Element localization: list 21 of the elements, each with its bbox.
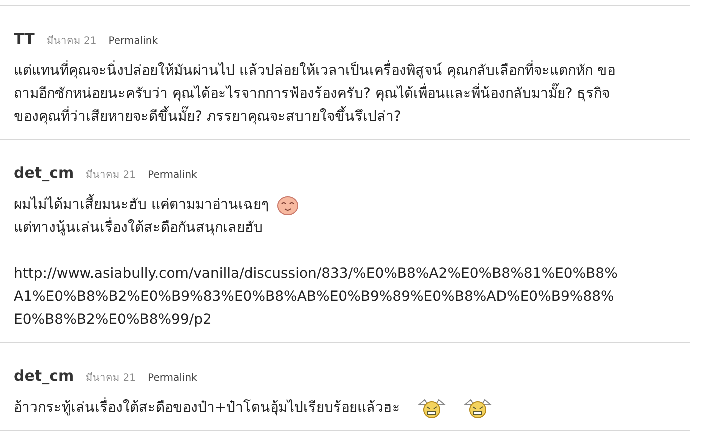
- permalink[interactable]: Permalink: [148, 371, 198, 386]
- comment-text: ถามอีกซักหน่อยนะครับว่า คุณได้อะไรจากการฟ้องร้องครับ? คุณได้เพื่อนและพี่น้องกลับมามั๊ย? ธุรกิจ: [14, 83, 610, 106]
- comment-text: http://www.asiabully.com/vanilla/discussion/833/%E0%B8%A2%E0%B8%81%E0%B8%: [14, 265, 618, 284]
- comment-author[interactable]: det_cm: [14, 365, 74, 388]
- comment-author[interactable]: det_cm: [14, 162, 74, 184]
- comment-date: มีนาคม 21: [86, 168, 136, 183]
- permalink[interactable]: Permalink: [108, 34, 158, 49]
- angry-face-icon: [462, 398, 493, 418]
- comment-date: มีนาคม 21: [86, 372, 136, 386]
- comment-text: E0%B8%B2%E0%B8%99/p2: [14, 311, 212, 330]
- comment-text: ของคุณที่ว่าเสียหายจะดีขึ้นมั๊ย? ภรรยาคุณจะสบายใจขึ้นรึเปล่า?: [14, 106, 402, 129]
- blushing-face-icon: [277, 196, 300, 216]
- comment-text: อ้าวกระทู้เล่นเรื่องใต้สะดือของป๋า+ป๋าโดนอุ้มไปเรียบร้อยแล้วฮะ: [14, 397, 401, 420]
- permalink[interactable]: Permalink: [148, 168, 198, 183]
- comment-text: แต่ทางนู้นเล่นเรื่องใต้สะดือกันสนุกเลยฮับ: [14, 217, 263, 240]
- comment-date: มีนาคม 21: [46, 34, 97, 49]
- comment-text: A1%E0%B8%B2%E0%B9%83%E0%B8%AB%E0%B9%89%E0%B8%AD%E0%B9%88%: [14, 288, 614, 307]
- comment-text: แต่แทนที่คุณจะนิ่งปล่อยให้มันผ่านไป แล้วปล่อยให้เวลาเป็นเครื่องพิสูจน์ คุณกลับเลือกที่จะแตกหัก ขอ: [14, 60, 616, 83]
- angry-face-icon: [416, 398, 447, 418]
- comment-text: ผมไม่ได้มาเสี้ยมนะฮับ แค่ตามมาอ่านเฉยๆ: [14, 194, 270, 217]
- comment-author[interactable]: TT: [14, 28, 35, 50]
